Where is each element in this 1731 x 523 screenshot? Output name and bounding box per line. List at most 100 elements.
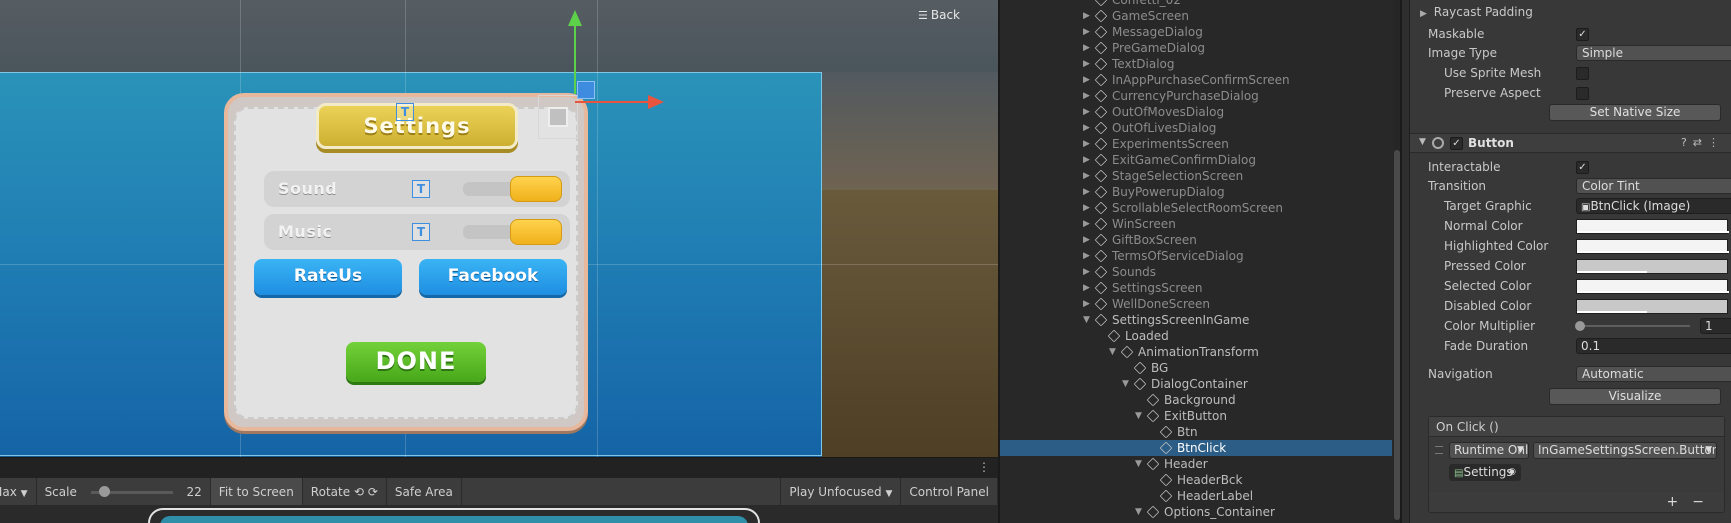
hierarchy-item[interactable]: ▶ WinScreen <box>1000 216 1392 232</box>
scale-slider[interactable] <box>90 485 173 497</box>
hierarchy-item[interactable]: ▶ InAppPurchaseConfirmScreen <box>1000 72 1392 88</box>
control-panel-button[interactable]: Control Panel <box>901 477 998 506</box>
chevron-right-icon[interactable]: ▶ <box>1083 104 1093 120</box>
remove-listener-button[interactable]: − <box>1692 494 1718 510</box>
play-unfocused-dropdown[interactable]: Play Unfocused ▼ <box>780 477 902 506</box>
color-multiplier-slider[interactable] <box>1575 321 1690 331</box>
chevron-right-icon[interactable]: ▶ <box>1083 72 1093 88</box>
max-dropdown[interactable]: Max ▼ <box>0 477 37 506</box>
transition-dropdown[interactable]: Color Tint▼ <box>1576 178 1731 194</box>
chevron-right-icon[interactable]: ▶ <box>1083 88 1093 104</box>
hierarchy-item[interactable]: ▼ SettingsScreenInGame <box>1000 312 1392 328</box>
y-arrow-icon[interactable] <box>568 10 582 26</box>
sound-toggle-knob[interactable] <box>510 176 562 202</box>
done-button[interactable]: DONE <box>346 342 486 382</box>
navigation-dropdown[interactable]: Automatic▼ <box>1576 366 1731 382</box>
chevron-down-icon[interactable]: ▼ <box>1135 456 1145 472</box>
color-swatch[interactable] <box>1576 299 1728 314</box>
interactable-checkbox[interactable]: ✓ <box>1576 161 1589 174</box>
hierarchy-item[interactable]: HeaderLabel <box>1000 488 1392 504</box>
color-multiplier-input[interactable]: 1 <box>1700 318 1731 334</box>
move-xy-plane-handle[interactable] <box>577 81 595 99</box>
hierarchy-item[interactable]: Btn <box>1000 424 1392 440</box>
hierarchy-item[interactable]: ▶ PreGameDialog <box>1000 40 1392 56</box>
chevron-down-icon[interactable]: ▼ <box>1109 344 1119 360</box>
hierarchy-item[interactable]: Confetti_02 <box>1000 0 1392 8</box>
chevron-right-icon[interactable]: ▶ <box>1083 56 1093 72</box>
hierarchy-item[interactable]: HeaderBck <box>1000 472 1392 488</box>
hierarchy-item[interactable]: ▶ CurrencyPurchaseDialog <box>1000 88 1392 104</box>
chevron-down-icon[interactable]: ▼ <box>1135 408 1145 424</box>
target-object-field[interactable]: ▤Settings ◉ <box>1449 464 1521 481</box>
color-swatch[interactable] <box>1576 279 1729 294</box>
chevron-right-icon[interactable]: ▶ <box>1083 296 1093 312</box>
hierarchy-item[interactable]: ▼ AnimationTransform <box>1000 344 1392 360</box>
rotate-right-icon[interactable]: ⟳ <box>368 485 378 499</box>
color-swatch[interactable] <box>1576 259 1728 274</box>
method-dropdown[interactable]: InGameSettingsScreen.ButtonClick▼ <box>1533 442 1717 459</box>
hierarchy-item[interactable]: BG <box>1000 360 1392 376</box>
chevron-right-icon[interactable]: ▶ <box>1083 200 1093 216</box>
hierarchy-item[interactable]: ▶ OutOfMovesDialog <box>1000 104 1392 120</box>
chevron-down-icon[interactable]: ▼ <box>1122 376 1132 392</box>
chevron-right-icon[interactable]: ▶ <box>1083 136 1093 152</box>
more-options-icon[interactable]: ⋮ <box>978 460 990 474</box>
chevron-right-icon[interactable]: ▶ <box>1083 8 1093 24</box>
set-native-size-button[interactable]: Set Native Size <box>1549 104 1721 121</box>
chevron-right-icon[interactable]: ▶ <box>1083 280 1093 296</box>
hierarchy-item[interactable]: ▶ SettingsScreen <box>1000 280 1392 296</box>
hierarchy-item[interactable]: ▶ OutOfLivesDialog <box>1000 120 1392 136</box>
chevron-right-icon[interactable]: ▶ <box>1083 264 1093 280</box>
target-graphic-field[interactable]: ▣BtnClick (Image)◉ <box>1576 198 1731 214</box>
back-button[interactable]: ☰ Back <box>918 8 960 22</box>
slider-thumb[interactable] <box>98 485 110 497</box>
hierarchy-item[interactable]: ▶ Sounds <box>1000 264 1392 280</box>
hierarchy-item[interactable]: ▶ GameScreen <box>1000 8 1392 24</box>
preset-icon[interactable]: ⇄ <box>1693 136 1708 149</box>
fit-to-screen-button[interactable]: Fit to Screen <box>210 477 303 506</box>
chevron-right-icon[interactable]: ▶ <box>1083 216 1093 232</box>
help-icon[interactable]: ? <box>1681 136 1693 149</box>
image-type-dropdown[interactable]: Simple▼ <box>1576 45 1731 61</box>
use-sprite-mesh-checkbox[interactable] <box>1576 67 1589 80</box>
hierarchy-item[interactable]: ▼ Header <box>1000 456 1392 472</box>
hierarchy-item[interactable]: Loaded <box>1000 328 1392 344</box>
rotate-left-icon[interactable]: ⟲ <box>354 485 364 499</box>
runtime-dropdown[interactable]: Runtime Only ▼ <box>1449 442 1529 459</box>
rate-us-button[interactable]: RateUs <box>254 259 402 295</box>
hierarchy-item[interactable]: ▶ ExitGameConfirmDialog <box>1000 152 1392 168</box>
visualize-button[interactable]: Visualize <box>1549 388 1721 405</box>
inspector-panel[interactable]: ▶ Raycast Padding Maskable ✓ Image Type … <box>1400 0 1731 523</box>
drag-handle-icon[interactable] <box>1435 446 1443 454</box>
preserve-aspect-checkbox[interactable] <box>1576 87 1589 100</box>
hierarchy-item[interactable]: ▶ BuyPowerupDialog <box>1000 184 1392 200</box>
chevron-down-icon[interactable]: ▼ <box>1083 312 1093 328</box>
maskable-checkbox[interactable]: ✓ <box>1576 28 1589 41</box>
hierarchy-item[interactable]: ▶ WellDoneScreen <box>1000 296 1392 312</box>
chevron-right-icon[interactable]: ▶ <box>1083 152 1093 168</box>
scale-control[interactable]: Scale 22 <box>37 477 211 506</box>
chevron-right-icon[interactable]: ▶ <box>1083 24 1093 40</box>
safe-area-toggle[interactable]: Safe Area <box>387 477 462 506</box>
rect-transform-handle[interactable] <box>538 95 578 139</box>
component-enabled-checkbox[interactable]: ✓ <box>1450 137 1463 150</box>
move-y-axis-handle[interactable] <box>574 14 576 94</box>
hierarchy-item[interactable]: ▶ ExperimentsScreen <box>1000 136 1392 152</box>
x-arrow-icon[interactable] <box>648 95 664 109</box>
facebook-button[interactable]: Facebook <box>419 259 567 295</box>
scene-view[interactable]: ☰ Back Settings Sound T Music T RateUs F… <box>0 0 998 523</box>
chevron-right-icon[interactable]: ▶ <box>1083 168 1093 184</box>
chevron-down-icon[interactable]: ▼ <box>1135 504 1145 520</box>
hierarchy-item[interactable]: ▶ ScrollableSelectRoomScreen <box>1000 200 1392 216</box>
raycast-padding-foldout[interactable]: ▶ Raycast Padding <box>1420 3 1718 21</box>
hierarchy-panel[interactable]: Confetti_02 ▶ GameScreen ▶ MessageDialog ▶ Pre… <box>998 0 1400 523</box>
hierarchy-item[interactable]: ▶ GiftBoxScreen <box>1000 232 1392 248</box>
kebab-menu-icon[interactable]: ⋮ <box>1708 136 1725 149</box>
chevron-right-icon[interactable]: ▶ <box>1083 248 1093 264</box>
rotate-control[interactable]: Rotate ⟲ ⟳ <box>303 477 387 506</box>
object-picker-icon[interactable]: ◉ <box>1508 465 1516 480</box>
color-swatch[interactable] <box>1576 239 1729 254</box>
hierarchy-item[interactable]: ▶ MessageDialog <box>1000 24 1392 40</box>
hierarchy-item[interactable]: ▶ TextDialog <box>1000 56 1392 72</box>
hierarchy-item[interactable]: ▼ Options_Container <box>1000 504 1392 520</box>
